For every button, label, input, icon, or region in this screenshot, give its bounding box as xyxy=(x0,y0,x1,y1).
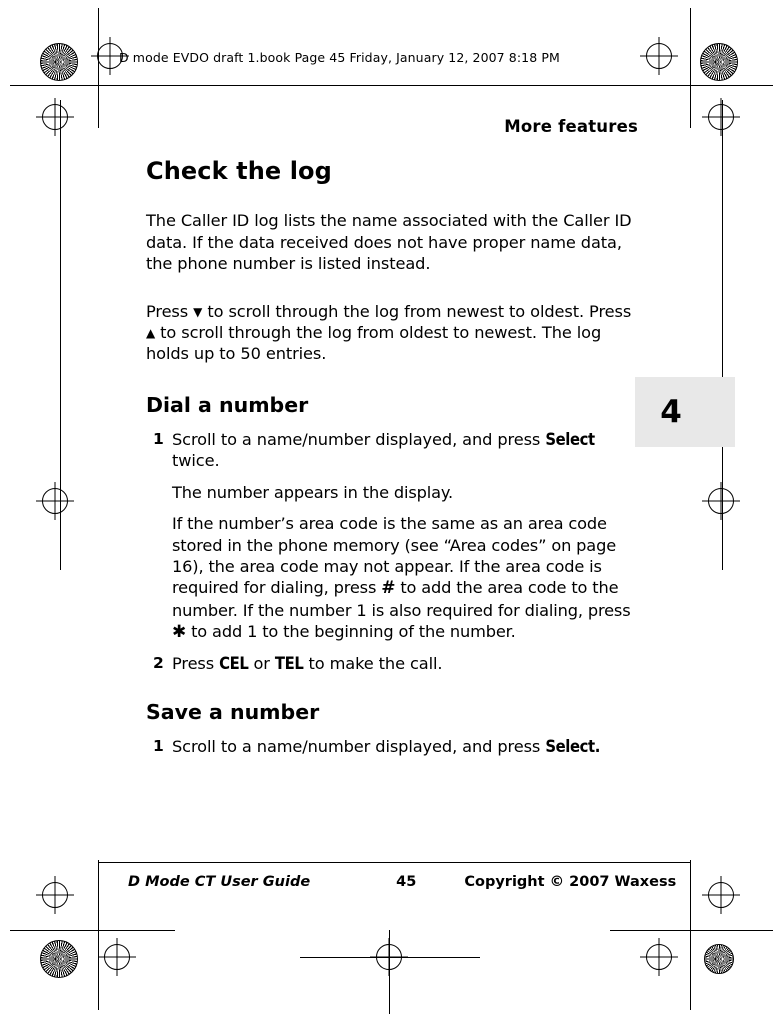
footer-guide-title: D Mode CT User Guide xyxy=(128,874,311,890)
step-text-before: Scroll to a name/number displayed, and p… xyxy=(172,429,546,449)
chapter-tab-number: 4 xyxy=(660,394,682,430)
scroll-up-icon: ▲ xyxy=(146,325,156,340)
step-text-before: Press xyxy=(172,653,220,673)
step-text-after: twice. xyxy=(172,451,220,471)
color-target-bottom-right xyxy=(704,944,734,974)
scroll-down-icon: ▼ xyxy=(193,304,203,319)
footer-page-number: 45 xyxy=(396,874,417,890)
registration-mark-bottom-right xyxy=(708,882,734,908)
paragraph-scroll-instructions: Press ▼ to scroll through the log from n… xyxy=(146,301,638,365)
registration-mark-mid-left xyxy=(42,488,68,514)
color-target-top-right xyxy=(700,43,738,81)
step-text-after: to make the call. xyxy=(303,653,443,673)
star-key-icon: ✱ xyxy=(172,622,187,643)
step-text-middle: or xyxy=(248,653,275,673)
page-footer: D Mode CT User Guide 45 Copyright © 2007… xyxy=(128,874,691,890)
color-target-bottom-left xyxy=(40,940,78,978)
substep-area-code-part3: to add 1 to the beginning of the number. xyxy=(186,622,516,642)
registration-mark-footer-left xyxy=(104,944,130,970)
pound-key-icon: # xyxy=(381,578,396,599)
page-canvas: D mode EVDO draft 1.book Page 45 Friday,… xyxy=(0,0,778,1014)
steps-dial-a-number: 1 Scroll to a name/number displayed, and… xyxy=(146,429,638,675)
step-text-before: Scroll to a name/number displayed, and p… xyxy=(172,737,546,757)
section-title-dial-a-number: Dial a number xyxy=(146,392,309,417)
registration-mark-top-right xyxy=(708,104,734,130)
chapter-tab: 4 xyxy=(635,377,735,447)
step-save-1: 1 Scroll to a name/number displayed, and… xyxy=(146,736,638,758)
substep-area-code: If the number’s area code is the same as… xyxy=(172,513,638,643)
footer-rule xyxy=(98,862,691,863)
registration-mark-mid-right xyxy=(708,488,734,514)
step-dial-2: 2 Press CEL or TEL to make the call. xyxy=(146,653,638,675)
step-number: 1 xyxy=(153,429,164,448)
registration-mark-top-left xyxy=(42,104,68,130)
step-number: 2 xyxy=(153,653,164,672)
section-title-save-a-number: Save a number xyxy=(146,700,320,725)
step-dial-1: 1 Scroll to a name/number displayed, and… xyxy=(146,429,638,644)
step-number: 1 xyxy=(153,737,164,756)
crop-mark-right xyxy=(690,8,691,128)
running-head: More features xyxy=(504,117,638,136)
page-content: More features Check the log The Caller I… xyxy=(146,105,638,758)
substep-number-appears: The number appears in the display. xyxy=(172,482,453,502)
section-title-check-the-log: Check the log xyxy=(146,157,332,185)
softkey-tel: TEL xyxy=(274,653,304,673)
registration-mark-footer-right xyxy=(646,944,672,970)
crop-mark-left xyxy=(98,8,99,128)
footer-copyright: Copyright © 2007 Waxess xyxy=(464,874,677,890)
scroll-text-after: to scroll through the log from oldest to… xyxy=(146,322,602,364)
registration-mark-bottom-left xyxy=(42,882,68,908)
softkey-cel: CEL xyxy=(219,653,249,673)
book-file-strip: D mode EVDO draft 1.book Page 45 Friday,… xyxy=(119,50,560,65)
scroll-text-before: Press xyxy=(146,301,194,321)
softkey-select: Select. xyxy=(545,737,600,757)
softkey-select: Select xyxy=(545,429,595,449)
header-rule xyxy=(98,85,691,86)
crop-mark-left-bottom xyxy=(98,860,99,1010)
registration-mark-header-right xyxy=(646,43,672,69)
paragraph-caller-id-log: The Caller ID log lists the name associa… xyxy=(146,211,632,274)
steps-save-a-number: 1 Scroll to a name/number displayed, and… xyxy=(146,736,638,758)
scroll-text-middle: to scroll through the log from newest to… xyxy=(202,301,632,321)
registration-mark-footer-center xyxy=(376,944,402,970)
crop-mark-bottom-right xyxy=(610,930,773,931)
crop-mark-bottom-left xyxy=(10,930,175,931)
color-target-top-left xyxy=(40,43,78,81)
